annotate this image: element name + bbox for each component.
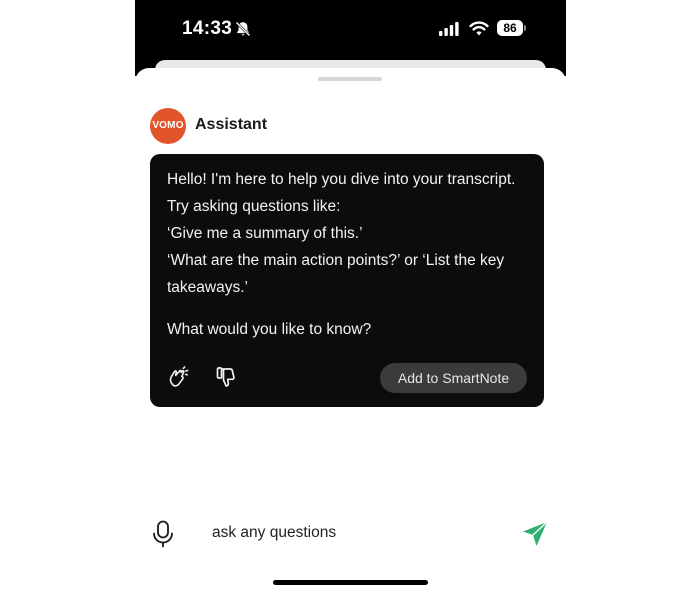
add-to-smartnote-button[interactable]: Add to SmartNote	[380, 363, 527, 393]
assistant-message-bubble: Hello! I'm here to help you dive into yo…	[150, 154, 544, 407]
message-text: Hello! I'm here to help you dive into yo…	[167, 166, 532, 343]
sheet-grabber[interactable]	[318, 77, 382, 81]
battery-tip	[524, 25, 526, 31]
wifi-icon	[469, 21, 489, 36]
message-line: ‘Give me a summary of this.’	[167, 225, 363, 242]
thumbs-down-icon[interactable]	[216, 366, 236, 388]
home-indicator[interactable]	[273, 580, 428, 585]
bell-slash-icon	[235, 21, 251, 37]
signal-icon	[439, 22, 459, 36]
message-line: Hello! I'm here to help you dive into yo…	[167, 171, 516, 215]
battery-icon: 86	[497, 20, 523, 36]
clap-icon[interactable]	[167, 366, 189, 388]
microphone-icon[interactable]	[152, 520, 174, 548]
phone-screen: 14:33 86 VOMO Assistant Hello! I'm here …	[135, 0, 566, 593]
send-icon[interactable]	[520, 519, 550, 549]
composer-bar	[135, 508, 566, 558]
ask-input[interactable]	[197, 508, 497, 558]
message-line: What would you like to know?	[167, 321, 372, 338]
assistant-sheet: VOMO Assistant Hello! I'm here to help y…	[135, 68, 566, 593]
status-time: 14:33	[182, 18, 233, 39]
avatar: VOMO	[150, 108, 186, 144]
assistant-title: Assistant	[195, 116, 268, 133]
message-line: ‘What are the main action points?’ or ‘L…	[167, 252, 505, 296]
